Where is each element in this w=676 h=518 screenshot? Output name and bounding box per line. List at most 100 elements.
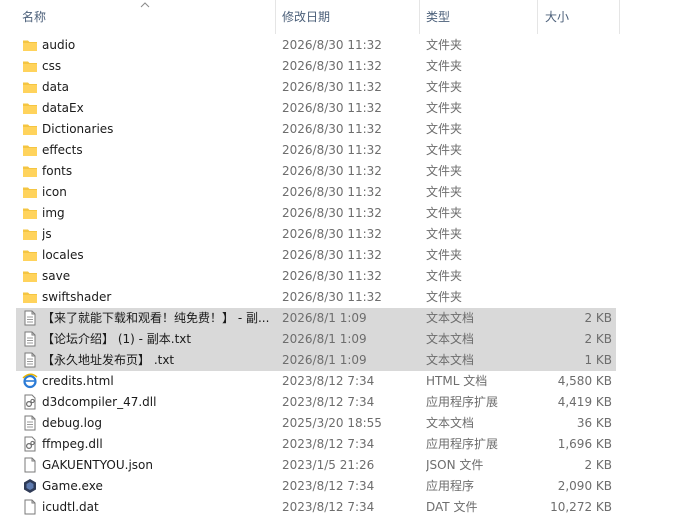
file-row[interactable]: d3dcompiler_47.dll 2023/8/12 7:34 应用程序扩展 4,…	[16, 392, 616, 413]
text-file-icon	[22, 352, 38, 368]
file-name: credits.html	[42, 374, 114, 388]
folder-row[interactable]: swiftshader 2026/8/30 11:32 文件夹	[16, 287, 616, 308]
file-date-modified: 2026/8/30 11:32	[282, 185, 382, 199]
file-type: 文件夹	[426, 164, 463, 178]
game-exe-icon	[22, 478, 38, 494]
file-date-modified: 2026/8/30 11:32	[282, 227, 382, 241]
file-date-modified: 2026/8/30 11:32	[282, 59, 382, 73]
file-size: 1,696 KB	[557, 437, 612, 451]
file-type: 应用程序	[426, 479, 475, 493]
file-row[interactable]: ffmpeg.dll 2023/8/12 7:34 应用程序扩展 1,696 KB	[16, 434, 616, 455]
file-date-modified: 2026/8/30 11:32	[282, 269, 382, 283]
file-row[interactable]: credits.html 2023/8/12 7:34 HTML 文档 4,580 K…	[16, 371, 616, 392]
folder-icon	[22, 268, 38, 284]
file-name: effects	[42, 143, 83, 157]
folder-row[interactable]: icon 2026/8/30 11:32 文件夹	[16, 182, 616, 203]
file-name: GAKUENTYOU.json	[42, 458, 153, 472]
blank-file-icon	[22, 457, 38, 473]
folder-icon	[22, 100, 38, 116]
file-type: 文件夹	[426, 80, 463, 94]
file-name: img	[42, 206, 65, 220]
file-name: debug.log	[42, 416, 102, 430]
file-type: JSON 文件	[426, 458, 484, 472]
file-size	[536, 182, 612, 203]
folder-row[interactable]: save 2026/8/30 11:32 文件夹	[16, 266, 616, 287]
column-divider[interactable]	[275, 0, 276, 34]
column-date-modified[interactable]: 修改日期	[282, 0, 418, 34]
file-type: HTML 文档	[426, 374, 488, 388]
html-file-icon	[22, 373, 38, 389]
folder-row[interactable]: fonts 2026/8/30 11:32 文件夹	[16, 161, 616, 182]
folder-icon	[22, 226, 38, 242]
file-date-modified: 2023/8/12 7:34	[282, 374, 375, 388]
file-size: 36 KB	[576, 416, 612, 430]
file-size	[536, 140, 612, 161]
file-size	[536, 245, 612, 266]
folder-icon	[22, 289, 38, 305]
file-type: 文件夹	[426, 38, 463, 52]
file-row[interactable]: GAKUENTYOU.json 2023/1/5 21:26 JSON 文件 2 KB	[16, 455, 616, 476]
file-type: DAT 文件	[426, 500, 478, 514]
folder-icon	[22, 37, 38, 53]
file-size	[536, 266, 612, 287]
folder-icon	[22, 58, 38, 74]
column-divider[interactable]	[537, 0, 538, 34]
folder-row[interactable]: locales 2026/8/30 11:32 文件夹	[16, 245, 616, 266]
column-divider[interactable]	[619, 0, 620, 34]
file-name: Dictionaries	[42, 122, 114, 136]
file-date-modified: 2023/8/12 7:34	[282, 395, 375, 409]
file-row[interactable]: Game.exe 2023/8/12 7:34 应用程序 2,090 KB	[16, 476, 616, 497]
file-type: 文本文档	[426, 311, 475, 325]
file-name: 【来了就能下载和观看！纯免费！】 - 副...	[42, 311, 270, 325]
file-type: 文本文档	[426, 416, 475, 430]
file-date-modified: 2026/8/30 11:32	[282, 122, 382, 136]
file-row[interactable]: 【永久地址发布页】 .txt 2026/8/1 1:09 文本文档 1 KB	[16, 350, 616, 371]
file-date-modified: 2026/8/30 11:32	[282, 164, 382, 178]
folder-icon	[22, 205, 38, 221]
file-name: d3dcompiler_47.dll	[42, 395, 157, 409]
file-type: 文本文档	[426, 332, 475, 346]
file-type: 应用程序扩展	[426, 437, 499, 451]
column-type[interactable]: 类型	[426, 0, 536, 34]
file-size: 2,090 KB	[557, 479, 612, 493]
folder-icon	[22, 184, 38, 200]
file-type: 文件夹	[426, 290, 463, 304]
folder-row[interactable]: Dictionaries 2026/8/30 11:32 文件夹	[16, 119, 616, 140]
file-size: 2 KB	[584, 332, 612, 346]
file-type: 文件夹	[426, 143, 463, 157]
file-type: 文件夹	[426, 269, 463, 283]
file-date-modified: 2023/8/12 7:34	[282, 479, 375, 493]
file-size: 2 KB	[584, 458, 612, 472]
folder-row[interactable]: data 2026/8/30 11:32 文件夹	[16, 77, 616, 98]
file-type: 文件夹	[426, 101, 463, 115]
folder-row[interactable]: effects 2026/8/30 11:32 文件夹	[16, 140, 616, 161]
dll-file-icon	[22, 394, 38, 410]
file-name: audio	[42, 38, 76, 52]
file-date-modified: 2026/8/1 1:09	[282, 332, 367, 346]
file-size	[536, 224, 612, 245]
folder-row[interactable]: css 2026/8/30 11:32 文件夹	[16, 56, 616, 77]
file-date-modified: 2026/8/1 1:09	[282, 353, 367, 367]
file-row[interactable]: 【来了就能下载和观看！纯免费！】 - 副... 2026/8/1 1:09 文本文档…	[16, 308, 616, 329]
column-name[interactable]: 名称	[22, 0, 272, 34]
folder-row[interactable]: js 2026/8/30 11:32 文件夹	[16, 224, 616, 245]
folder-row[interactable]: img 2026/8/30 11:32 文件夹	[16, 203, 616, 224]
file-row[interactable]: debug.log 2025/3/20 18:55 文本文档 36 KB	[16, 413, 616, 434]
file-row[interactable]: 【论坛介绍】 (1) - 副本.txt 2026/8/1 1:09 文本文档 2 KB	[16, 329, 616, 350]
file-row[interactable]: icudtl.dat 2023/8/12 7:34 DAT 文件 10,272 KB	[16, 497, 616, 518]
file-name: css	[42, 59, 62, 73]
folder-row[interactable]: dataEx 2026/8/30 11:32 文件夹	[16, 98, 616, 119]
file-type: 文本文档	[426, 353, 475, 367]
folder-row[interactable]: audio 2026/8/30 11:32 文件夹	[16, 35, 616, 56]
file-size: 2 KB	[584, 311, 612, 325]
file-size	[536, 203, 612, 224]
file-name: icudtl.dat	[42, 500, 99, 514]
column-divider[interactable]	[419, 0, 420, 34]
column-size[interactable]: 大小	[545, 0, 615, 34]
file-date-modified: 2025/3/20 18:55	[282, 416, 382, 430]
file-name: dataEx	[42, 101, 84, 115]
file-date-modified: 2023/8/12 7:34	[282, 500, 375, 514]
file-type: 文件夹	[426, 227, 463, 241]
file-size	[536, 119, 612, 140]
file-name: ffmpeg.dll	[42, 437, 103, 451]
